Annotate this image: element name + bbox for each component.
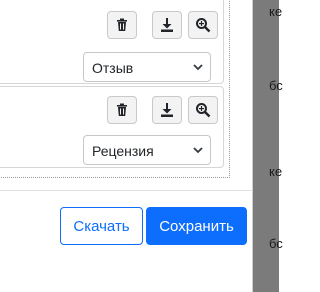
download-icon [161, 103, 173, 117]
download-button[interactable] [152, 96, 182, 124]
zoom-in-icon [196, 103, 211, 118]
background-text: ке [269, 164, 283, 179]
zoom-in-icon [196, 18, 211, 33]
modal-footer-divider [0, 190, 253, 191]
document-type-select[interactable]: Рецензия [83, 135, 211, 165]
download-icon [161, 18, 173, 32]
modal-backdrop[interactable]: ке бс ке бс [253, 0, 283, 292]
download-all-button[interactable]: Скачать [60, 207, 143, 245]
delete-button[interactable] [107, 96, 137, 124]
download-button[interactable] [152, 11, 182, 39]
background-text: бс [269, 236, 283, 251]
select-value: Отзыв [92, 60, 134, 76]
file-card: Отзыв [0, 0, 224, 84]
chevron-down-icon [193, 64, 203, 71]
file-card: Рецензия [0, 86, 224, 168]
chevron-down-icon [193, 147, 203, 154]
background-text: бс [269, 78, 283, 93]
document-type-select[interactable]: Отзыв [83, 52, 211, 82]
background-text: ке [269, 4, 283, 19]
zoom-in-button[interactable] [188, 96, 218, 124]
trash-icon [117, 18, 127, 31]
delete-button[interactable] [107, 11, 137, 39]
trash-icon [117, 103, 127, 116]
save-button[interactable]: Сохранить [146, 207, 247, 245]
select-value: Рецензия [92, 143, 154, 159]
modal-dialog: Отзыв Рецензия Скачать Сохранить [0, 0, 253, 292]
zoom-in-button[interactable] [188, 11, 218, 39]
